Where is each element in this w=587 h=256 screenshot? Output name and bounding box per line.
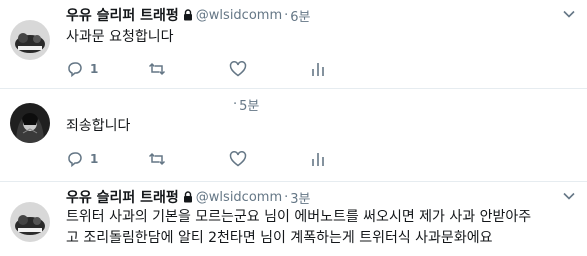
timestamp[interactable]: 6분 [290,6,310,25]
separator-dot: · [284,189,289,205]
avatar-image [10,103,50,143]
retweet-icon [148,152,166,166]
tweet-1[interactable]: 우유 슬리퍼 트래펑 @wlsidcomm · 6분 사과문 요청합니다 1 [0,0,587,88]
reply-icon [68,62,82,78]
tweet-header: · 5분 [231,95,259,114]
tweet-text-line-2: 고 조리돌림한담에 알티 2천타면 님이 계폭하는게 트위터식 사과문화에요 [66,230,493,246]
separator-dot: · [233,97,238,112]
avatar[interactable] [10,202,50,242]
timestamp[interactable]: 3분 [290,188,310,207]
tweet-text: 죄송합니다 [66,118,131,134]
chevron-down-icon[interactable] [563,10,575,18]
reply-count: 1 [90,152,99,166]
tweet-3[interactable]: 우유 슬리퍼 트래펑 @wlsidcomm · 3분 트위터 사과의 기본을 모… [0,182,587,256]
tweet-2[interactable]: · 5분 죄송합니다 1 [0,89,587,181]
reply-icon [68,152,82,168]
retweet-button[interactable] [148,60,166,78]
retweet-icon [148,62,166,76]
separator-dot: · [284,7,289,23]
tweet-header: 우유 슬리퍼 트래펑 @wlsidcomm · 6분 [66,5,310,25]
chevron-down-icon[interactable] [563,192,575,200]
like-icon [229,151,247,167]
analytics-button[interactable] [309,150,327,168]
reply-count: 1 [90,62,99,76]
analytics-icon [312,63,324,76]
analytics-icon [312,153,324,166]
reply-button[interactable]: 1 [66,60,98,78]
like-button[interactable] [229,60,247,78]
tweet-header: 우유 슬리퍼 트래펑 @wlsidcomm · 3분 [66,187,310,207]
like-icon [229,61,247,77]
display-name[interactable]: 우유 슬리퍼 트래펑 [66,187,179,207]
avatar-image [10,20,50,60]
reply-button[interactable]: 1 [66,150,98,168]
lock-icon [183,191,192,203]
tweet-text: 사과문 요청합니다 [66,29,174,45]
avatar-image [10,202,50,242]
analytics-button[interactable] [309,60,327,78]
tweet-text-line-1: 트위터 사과의 기본을 모르는군요 님이 에버노트를 써오시면 제가 사과 안받… [66,209,532,225]
user-handle[interactable]: @wlsidcomm [196,190,282,205]
retweet-button[interactable] [148,150,166,168]
like-button[interactable] [229,150,247,168]
display-name[interactable]: 우유 슬리퍼 트래펑 [66,5,179,25]
user-handle[interactable]: @wlsidcomm [196,8,282,23]
timestamp[interactable]: 5분 [239,95,259,114]
avatar[interactable] [10,20,50,60]
lock-icon [183,9,192,21]
avatar[interactable] [10,103,50,143]
